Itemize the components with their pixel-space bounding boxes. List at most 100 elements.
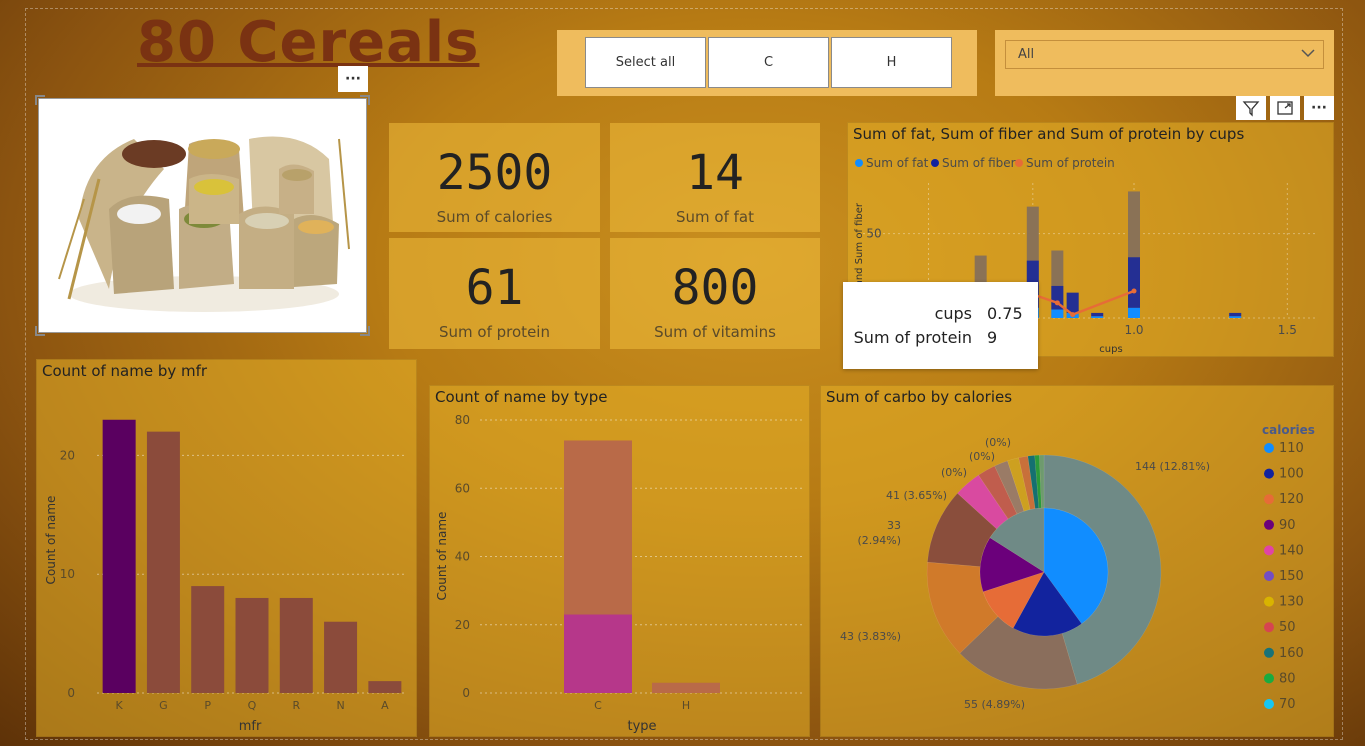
- legend-marker: [931, 159, 939, 167]
- x-tick-label: P: [204, 699, 211, 712]
- legend-marker: [1264, 494, 1274, 505]
- x-axis-label: type: [627, 719, 656, 734]
- legend-item: Sum of fat: [866, 156, 929, 170]
- bar: [324, 621, 358, 693]
- legend-item: 50: [1279, 620, 1296, 635]
- data-label: (2.94%): [857, 534, 901, 547]
- data-label: 55 (4.89%): [964, 698, 1025, 711]
- cereal-image[interactable]: [35, 95, 370, 336]
- kpi-label: Sum of protein: [439, 323, 550, 341]
- mfr-chart-panel[interactable]: Count of name by mfr 0 10 20 K G P Q R N Amfr Coun…: [36, 359, 417, 737]
- data-label: 43 (3.83%): [840, 630, 901, 643]
- fiber-bar: [1091, 312, 1104, 317]
- y-tick-label: 40: [455, 550, 470, 564]
- kpi-card-vitamins[interactable]: 800 Sum of vitamins: [610, 238, 820, 349]
- chevron-down-icon: [1301, 47, 1315, 62]
- data-label: (0%): [969, 450, 995, 463]
- bar-segment: [564, 614, 632, 693]
- visual-header-toolbar: ···: [1236, 96, 1334, 120]
- slicer-select-all-button[interactable]: Select all: [585, 37, 706, 88]
- y-tick-label: 60: [455, 481, 470, 495]
- legend-marker: [1264, 468, 1274, 479]
- legend-item: 100: [1279, 467, 1304, 482]
- fat-bar: [1051, 309, 1064, 318]
- x-tick-label: R: [292, 699, 300, 712]
- legend-item: 120: [1279, 492, 1304, 507]
- type-chart-panel[interactable]: Count of name by type 0 20 40 60 80 C Htype Cou…: [429, 385, 810, 737]
- legend-marker: [1264, 699, 1274, 709]
- fiber-bar: [1229, 312, 1242, 317]
- x-tick-label: Q: [248, 699, 257, 712]
- legend-marker: [1015, 159, 1023, 167]
- legend-marker: [855, 159, 863, 167]
- mfr-bar-chart: 0 10 20 K G P Q R N Amfr Count of name: [44, 419, 407, 734]
- legend-item: 70: [1279, 697, 1296, 712]
- y-tick-label: 0: [67, 686, 75, 700]
- kpi-label: Sum of vitamins: [654, 323, 776, 341]
- protein-point: [1054, 300, 1060, 306]
- legend-marker: [1264, 622, 1274, 633]
- kpi-card-fat[interactable]: 14 Sum of fat: [610, 123, 820, 232]
- bar: [279, 597, 313, 693]
- cereal-sacks-illustration: [39, 99, 366, 332]
- dropdown-select[interactable]: All: [1005, 40, 1324, 69]
- protein-line: [1032, 289, 1135, 317]
- resize-handle[interactable]: [35, 326, 45, 336]
- bar-segment: [652, 682, 720, 693]
- y-tick-label: 80: [455, 413, 470, 427]
- x-tick-label: C: [594, 699, 602, 712]
- legend-marker: [1264, 571, 1274, 581]
- legend-item: 160: [1279, 646, 1304, 661]
- legend-marker: [1264, 545, 1274, 556]
- y-tick-label: 10: [60, 567, 75, 581]
- protein-point: [1131, 288, 1137, 294]
- type-slicer: Select all C H: [557, 30, 977, 96]
- pie-chart-panel[interactable]: Sum of carbo by calories 144 (12.81%) 55 …: [820, 385, 1334, 737]
- kpi-card-protein[interactable]: 61 Sum of protein: [389, 238, 600, 349]
- resize-handle[interactable]: [360, 95, 370, 105]
- bar: [235, 597, 269, 693]
- type-bar-chart: 0 20 40 60 80 C Htype Count of name: [435, 413, 802, 734]
- bar: [191, 586, 225, 693]
- more-options-icon[interactable]: ···: [1304, 96, 1334, 120]
- data-label: (0%): [941, 466, 967, 479]
- bar-segment: [564, 440, 632, 615]
- bar: [102, 419, 136, 693]
- legend-item: 80: [1279, 671, 1296, 686]
- dropdown-slicer: All: [995, 30, 1334, 96]
- tooltip-value: 9: [987, 328, 998, 347]
- kpi-card-calories[interactable]: 2500 Sum of calories: [389, 123, 600, 232]
- resize-handle[interactable]: [35, 95, 45, 105]
- slicer-c-button[interactable]: C: [708, 37, 829, 88]
- more-options-icon[interactable]: ···: [338, 66, 368, 92]
- kpi-value: 61: [465, 260, 524, 316]
- fat-bar: [1091, 316, 1104, 318]
- resize-handle[interactable]: [360, 326, 370, 336]
- tooltip-value: 0.75: [987, 304, 1023, 323]
- x-tick-label: H: [682, 699, 690, 712]
- x-tick-label: A: [381, 699, 389, 712]
- slicer-h-button[interactable]: H: [831, 37, 952, 88]
- protein-point: [1070, 312, 1076, 318]
- legend-item: Sum of fiber: [942, 156, 1016, 170]
- y-tick-label: 50: [866, 227, 881, 241]
- legend-item: 150: [1279, 569, 1304, 584]
- legend-item: 110: [1279, 441, 1304, 456]
- y-tick-label: 20: [455, 618, 470, 632]
- x-axis-label: cups: [1099, 344, 1122, 355]
- legend-item: 90: [1279, 518, 1296, 533]
- kpi-label: Sum of fat: [676, 208, 754, 226]
- fat-bar: [1229, 316, 1242, 318]
- y-tick-label: 0: [462, 686, 470, 700]
- focus-mode-icon[interactable]: [1270, 96, 1300, 120]
- y-axis-label: Count of name: [44, 496, 58, 585]
- legend-marker: [1264, 519, 1274, 530]
- data-label: 41 (3.65%): [886, 489, 947, 502]
- kpi-value: 800: [671, 260, 759, 316]
- filter-icon[interactable]: [1236, 96, 1266, 120]
- kpi-value: 14: [686, 145, 744, 201]
- dropdown-value: All: [1018, 47, 1035, 62]
- legend-title: calories: [1262, 423, 1315, 437]
- chart-tooltip: cups 0.75 Sum of protein 9: [843, 282, 1038, 369]
- x-tick-label: G: [159, 699, 168, 712]
